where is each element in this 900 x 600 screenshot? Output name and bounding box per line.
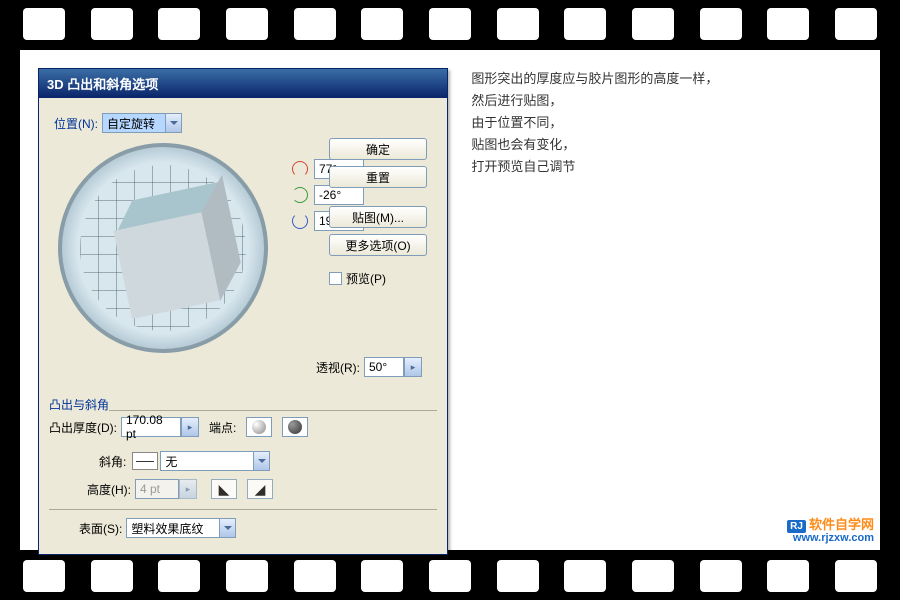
perspective-input[interactable]: 50° xyxy=(364,357,404,377)
film-strip-frame: 3D 凸出和斜角选项 确定 重置 贴图(M)... 更多选项(O) 预览(P) … xyxy=(0,0,900,600)
height-input: 4 pt xyxy=(135,479,179,499)
film-perforations-top xyxy=(0,8,900,40)
depth-stepper[interactable] xyxy=(181,417,199,437)
bevel-extent-in-button[interactable]: ◣ xyxy=(211,479,237,499)
note-line: 图形突出的厚度应与胶片图形的高度一样， xyxy=(471,68,718,90)
note-line: 打开预览自己调节 xyxy=(471,156,718,178)
extrude-bevel-dialog: 3D 凸出和斜角选项 确定 重置 贴图(M)... 更多选项(O) 预览(P) … xyxy=(38,68,448,555)
ok-button[interactable]: 确定 xyxy=(329,138,427,160)
preview-label: 预览(P) xyxy=(346,270,386,287)
watermark-url: www.rjzxw.com xyxy=(793,532,874,544)
x-axis-icon xyxy=(292,161,308,177)
dialog-title: 3D 凸出和斜角选项 xyxy=(39,69,447,98)
perspective-label: 透视(R): xyxy=(316,359,360,376)
surface-value: 塑料效果底纹 xyxy=(131,520,203,537)
position-select[interactable]: 自定旋转 xyxy=(102,113,182,133)
more-options-button[interactable]: 更多选项(O) xyxy=(329,234,427,256)
chevron-down-icon xyxy=(165,114,181,132)
height-label: 高度(H): xyxy=(87,481,131,498)
rotation-trackball[interactable] xyxy=(58,143,268,353)
note-line: 由于位置不同， xyxy=(471,112,718,134)
depth-input[interactable]: 170.08 pt xyxy=(121,417,181,437)
chevron-down-icon xyxy=(219,519,235,537)
annotation-notes: 图形突出的厚度应与胶片图形的高度一样， 然后进行贴图， 由于位置不同， 贴图也会… xyxy=(471,68,718,178)
note-line: 贴图也会有变化， xyxy=(471,134,718,156)
cap-off-button[interactable] xyxy=(282,417,308,437)
content-area: 3D 凸出和斜角选项 确定 重置 贴图(M)... 更多选项(O) 预览(P) … xyxy=(20,50,880,550)
y-axis-icon xyxy=(292,187,308,203)
cap-on-button[interactable] xyxy=(246,417,272,437)
chevron-down-icon xyxy=(253,452,269,470)
height-stepper xyxy=(179,479,197,499)
cap-label: 端点: xyxy=(209,419,236,436)
map-art-button[interactable]: 贴图(M)... xyxy=(329,206,427,228)
preview-cube xyxy=(110,195,217,302)
film-perforations-bottom xyxy=(0,560,900,592)
surface-select[interactable]: 塑料效果底纹 xyxy=(126,518,236,538)
perspective-stepper[interactable] xyxy=(404,357,422,377)
bevel-value: 无 xyxy=(165,453,177,470)
bevel-extent-out-button[interactable]: ◢ xyxy=(247,479,273,499)
surface-label: 表面(S): xyxy=(79,520,122,537)
depth-label: 凸出厚度(D): xyxy=(49,419,117,436)
z-axis-icon xyxy=(292,213,308,229)
bevel-preview-swatch xyxy=(132,452,158,470)
watermark: RJ 软件自学网 www.rjzxw.com xyxy=(787,518,874,544)
position-label: 位置(N): xyxy=(54,115,98,132)
bevel-select[interactable]: 无 xyxy=(160,451,270,471)
note-line: 然后进行贴图， xyxy=(471,90,718,112)
watermark-brand: 软件自学网 xyxy=(809,517,874,532)
preview-checkbox[interactable] xyxy=(329,272,342,285)
bevel-label: 斜角: xyxy=(99,453,126,470)
position-value: 自定旋转 xyxy=(107,115,155,132)
reset-button[interactable]: 重置 xyxy=(329,166,427,188)
